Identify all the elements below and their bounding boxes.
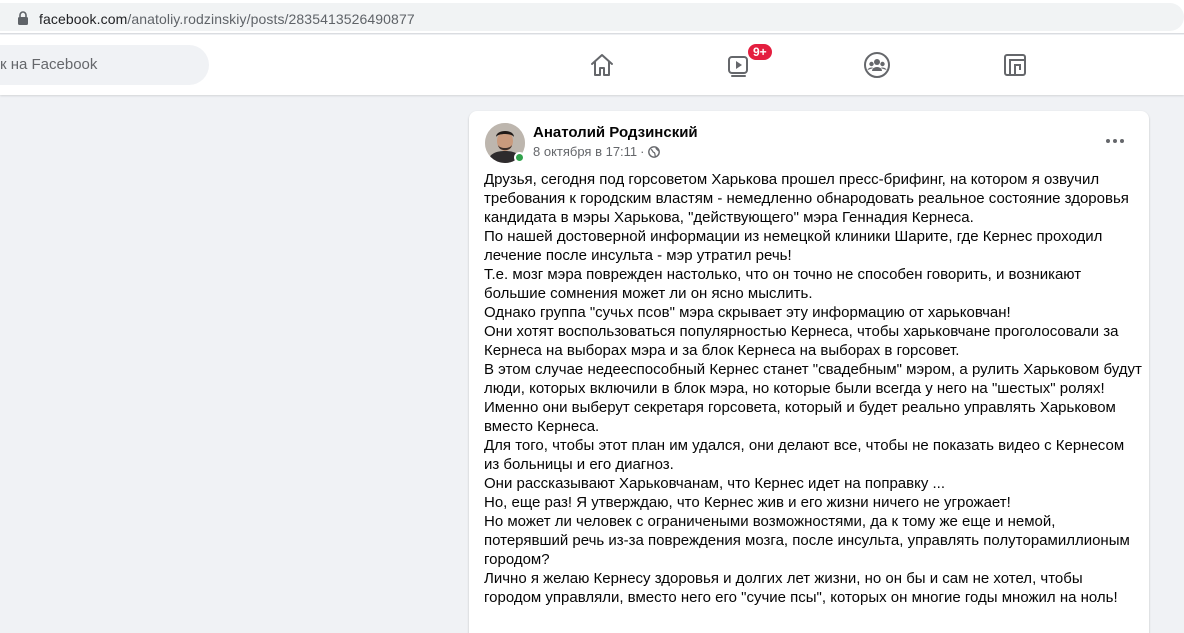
post-text-line: потерявший речь из-за повреждения мозга,…	[484, 532, 1130, 549]
post-text-line: Они хотят воспользоваться популярностью …	[484, 323, 1119, 340]
post-text-line: Но может ли человек с ограничеными возмо…	[484, 513, 1056, 530]
browser-address-bar: facebook.com/anatoliy.rodzinskiy/posts/2…	[0, 0, 1184, 34]
post-text-line: Кернеса на выборах мэра и за блок Кернес…	[484, 342, 960, 359]
post-text-line: Однако группа "сучьх псов" мэра скрывает…	[484, 304, 1011, 321]
post-text-line: люди, которых включили в блок мэра, но к…	[484, 380, 1105, 397]
facebook-top-nav: к на Facebook 9+	[0, 35, 1184, 95]
post-text-line: кандидата в мэры Харькова, "действующего…	[484, 209, 974, 226]
url-path: /anatoliy.rodzinskiy/posts/2835413526490…	[127, 11, 415, 27]
globe-icon[interactable]	[647, 145, 660, 158]
post-text-line: вместо Кернеса.	[484, 418, 600, 435]
post-date[interactable]: 8 октября в 17:11	[533, 144, 637, 159]
search-placeholder: к на Facebook	[0, 56, 98, 73]
post-text-line: городом управляли, вместо него его "сучи…	[484, 589, 1118, 606]
post-author[interactable]: Анатолий Родзинский	[533, 124, 698, 141]
post-text-line: Для того, чтобы этот план им удался, они…	[484, 437, 1125, 454]
post-text-line: большие сомнения может ли он ясно мыслит…	[484, 285, 813, 302]
meta-separator: ·	[640, 144, 645, 159]
lock-icon[interactable]	[17, 11, 29, 25]
nav-groups[interactable]	[861, 49, 893, 81]
post-text-line: По нашей достоверной информации из немец…	[484, 228, 1103, 245]
search-input[interactable]: к на Facebook	[0, 45, 209, 85]
post-card: Анатолий Родзинский 8 октября в 17:11 · …	[469, 111, 1149, 633]
url-text[interactable]: facebook.com/anatoliy.rodzinskiy/posts/2…	[39, 11, 415, 27]
post-text-line: Именно они выберут секретаря горсовета, …	[484, 399, 1116, 416]
post-text-line: В этом случае недееспособный Кернес стан…	[484, 361, 1142, 378]
nav-home[interactable]	[586, 49, 618, 81]
post-meta: 8 октября в 17:11 ·	[533, 144, 660, 159]
post-text-line: из больницы и его диагноз.	[484, 456, 674, 473]
post-text-line: Лично я желаю Кернесу здоровья и долгих …	[484, 570, 1083, 587]
post-text-line: Друзья, сегодня под горсоветом Харькова …	[484, 171, 1100, 188]
post-text-line: городом?	[484, 551, 550, 568]
post-text-line: Но, еще раз! Я утверждаю, что Кернес жив…	[484, 494, 1011, 511]
post-options-button[interactable]	[1097, 127, 1133, 155]
url-domain: facebook.com	[39, 11, 128, 27]
post-text-line: лечение после инсульта - мэр утратил реч…	[484, 247, 792, 264]
post-text: Друзья, сегодня под горсоветом Харькова …	[484, 170, 1144, 607]
nav-gaming[interactable]	[999, 49, 1031, 81]
post-text-line: требования к городским властям - немедле…	[484, 190, 1129, 207]
watch-notification-badge: 9+	[746, 42, 774, 62]
more-options-icon	[1106, 139, 1124, 143]
url-field[interactable]: facebook.com/anatoliy.rodzinskiy/posts/2…	[0, 3, 1184, 31]
groups-icon	[864, 52, 890, 78]
home-icon	[591, 54, 613, 76]
gaming-icon	[1004, 54, 1026, 76]
online-status-dot	[514, 152, 525, 163]
post-text-line: Т.е. мозг мэра поврежден настолько, что …	[484, 266, 1082, 283]
post-text-line: Они рассказывают Харьковчанам, что Керне…	[484, 475, 946, 492]
